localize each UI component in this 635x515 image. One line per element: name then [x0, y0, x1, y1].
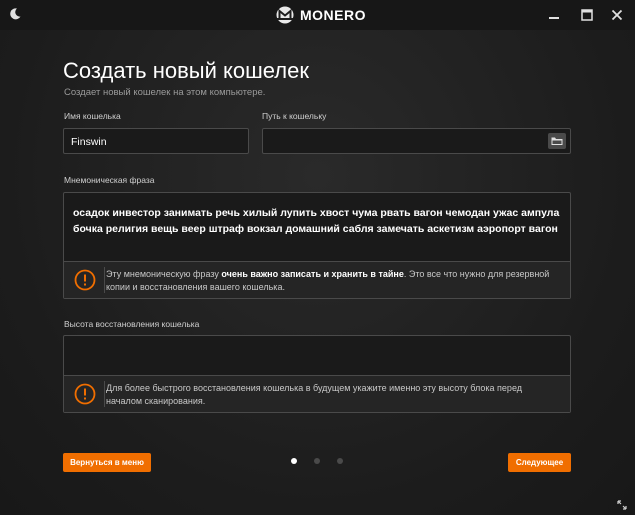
warning-divider: [104, 267, 105, 293]
moon-icon[interactable]: [8, 7, 22, 21]
create-wallet-page: Создать новый кошелек Создает новый коше…: [0, 30, 635, 515]
seed-box: осадок инвестор занимать речь хилый лупи…: [63, 192, 571, 299]
restore-height-box: Для более быстрого восстановления кошель…: [63, 335, 571, 413]
monero-logo: [276, 6, 294, 24]
page-title: Создать новый кошелек: [63, 58, 309, 83]
brand-name: MONERO: [300, 7, 366, 23]
warning-icon: [74, 269, 96, 291]
step-dot-active: [291, 458, 297, 464]
restore-height-input[interactable]: [64, 336, 570, 376]
back-to-menu-button[interactable]: Вернуться в меню: [63, 453, 151, 472]
warning-divider: [104, 381, 105, 407]
maximize-icon[interactable]: [578, 6, 596, 24]
wallet-name-input[interactable]: Finswin: [63, 128, 249, 154]
wallet-name-label: Имя кошелька: [64, 111, 121, 121]
step-dot: [314, 458, 320, 464]
close-icon[interactable]: [608, 6, 626, 24]
minimize-icon[interactable]: [545, 6, 563, 24]
next-button[interactable]: Следующее: [508, 453, 571, 472]
seed-phrase[interactable]: осадок инвестор занимать речь хилый лупи…: [73, 205, 561, 237]
folder-icon: [551, 137, 563, 145]
seed-label: Мнемоническая фраза: [64, 175, 155, 185]
restore-height-label: Высота восстановления кошелька: [64, 319, 200, 329]
wallet-name-value: Finswin: [71, 136, 107, 148]
restore-height-warning-text: Для более быстрого восстановления кошель…: [106, 383, 522, 406]
page-subtitle: Создает новый кошелек на этом компьютере…: [64, 87, 266, 98]
step-dot: [337, 458, 343, 464]
resize-grip-icon[interactable]: [617, 500, 627, 510]
seed-warning-text: Эту мнемоническую фразу очень важно запи…: [106, 269, 550, 292]
title-bar: MONERO: [0, 0, 635, 30]
brand: MONERO: [276, 5, 366, 25]
browse-folder-button[interactable]: [548, 133, 566, 149]
restore-height-warning: Для более быстрого восстановления кошель…: [64, 375, 570, 412]
wallet-path-input[interactable]: [262, 128, 571, 154]
wallet-path-label: Путь к кошельку: [262, 111, 327, 121]
seed-warning: Эту мнемоническую фразу очень важно запи…: [64, 261, 570, 298]
warning-icon: [74, 383, 96, 405]
